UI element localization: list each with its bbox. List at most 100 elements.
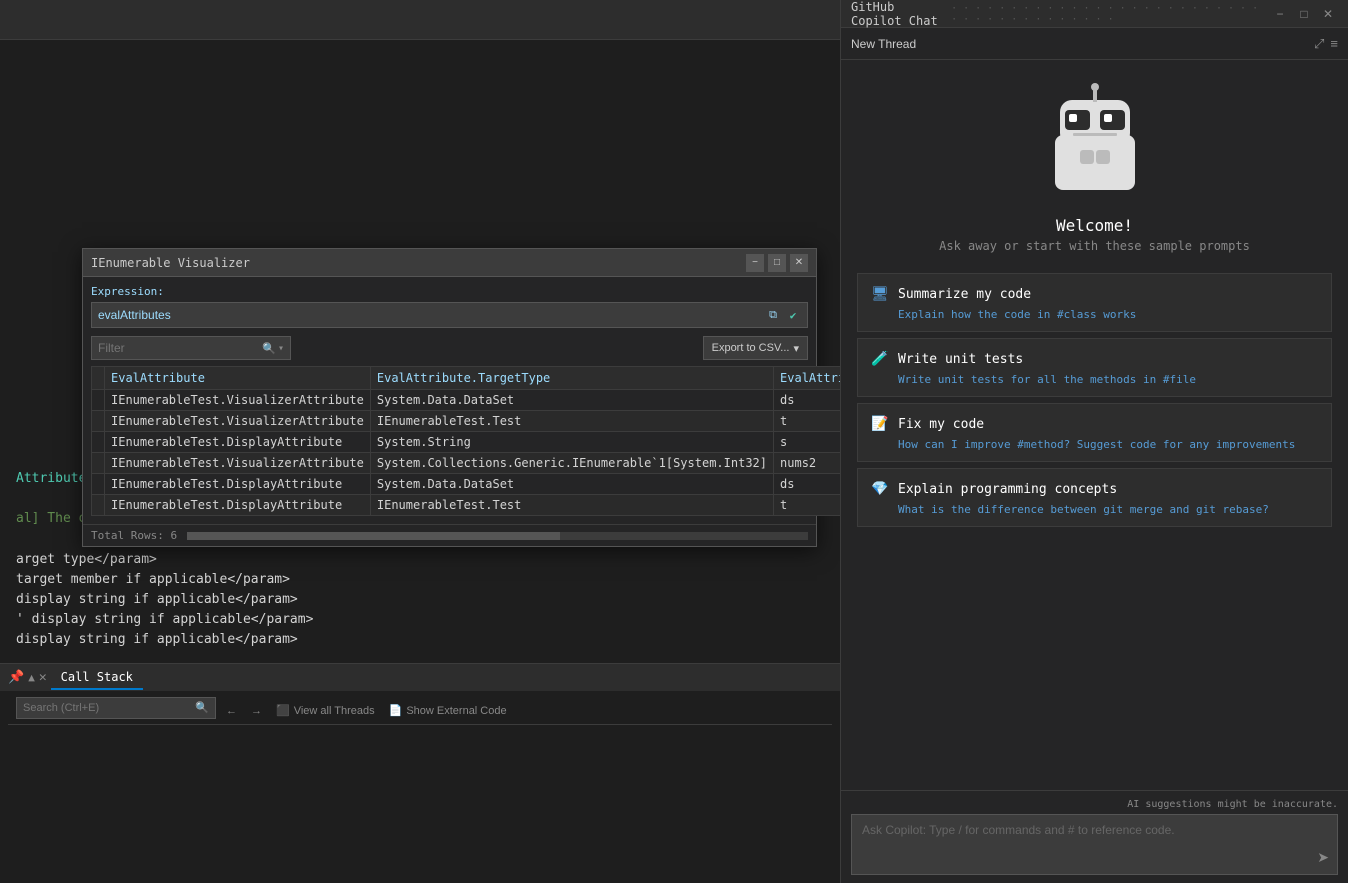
table-row[interactable]: IEnumerableTest.VisualizerAttribute Syst… bbox=[92, 390, 841, 411]
dialog-body: Expression: ⧉ ✔ 🔍 ▾ Export to CSV... ▾ bbox=[83, 277, 816, 524]
export-label: Export to CSV... bbox=[712, 342, 790, 354]
copilot-input-area: ➤ bbox=[851, 814, 1338, 875]
dialog-controls: − □ ✕ bbox=[746, 254, 808, 272]
call-stack-tab[interactable]: Call Stack bbox=[51, 666, 143, 690]
total-rows: Total Rows: 6 bbox=[91, 529, 177, 542]
show-external-code-label: Show External Code bbox=[406, 705, 506, 717]
copilot-titlebar: GitHub Copilot Chat · · · · · · · · · · … bbox=[841, 0, 1348, 28]
prompt-card-header: 📝 Fix my code bbox=[870, 414, 1319, 434]
filter-dropdown-arrow[interactable]: ▾ bbox=[278, 343, 284, 354]
row-col1: IEnumerableTest.DisplayAttribute bbox=[105, 495, 371, 516]
copilot-title-dots: · · · · · · · · · · · · · · · · · · · · … bbox=[951, 3, 1270, 25]
dialog-close-button[interactable]: ✕ bbox=[790, 254, 808, 272]
row-col1: IEnumerableTest.VisualizerAttribute bbox=[105, 453, 371, 474]
filter-input[interactable] bbox=[98, 341, 262, 355]
copilot-chat-body: Welcome! Ask away or start with these sa… bbox=[841, 60, 1348, 790]
row-index bbox=[92, 453, 105, 474]
row-col2: IEnumerableTest.Test bbox=[370, 495, 773, 516]
copilot-minimize-button[interactable]: − bbox=[1270, 4, 1290, 24]
ai-disclaimer: AI suggestions might be inaccurate. bbox=[851, 799, 1338, 810]
row-index bbox=[92, 411, 105, 432]
nav-back-button[interactable]: ← bbox=[222, 703, 241, 719]
copilot-footer: AI suggestions might be inaccurate. ➤ bbox=[841, 790, 1348, 883]
copilot-restore-button[interactable]: □ bbox=[1294, 4, 1314, 24]
copilot-logo bbox=[1035, 80, 1155, 200]
dialog-minimize-button[interactable]: − bbox=[746, 254, 764, 272]
prompt-card-title: Summarize my code bbox=[898, 287, 1031, 302]
call-stack-search-input[interactable] bbox=[23, 702, 195, 714]
bottom-panel: 📌 ▲ ✕ Call Stack 🔍 ← → ⬛ View all Thread… bbox=[0, 663, 840, 883]
nav-forward-button[interactable]: → bbox=[247, 703, 266, 719]
filter-search-icon: 🔍 bbox=[262, 342, 276, 355]
copilot-settings-button[interactable]: ≡ bbox=[1330, 36, 1338, 52]
scrollbar-thumb bbox=[187, 532, 560, 540]
call-stack-content: 🔍 ← → ⬛ View all Threads 📄 Show External… bbox=[0, 691, 840, 883]
row-col2: System.Collections.Generic.IEnumerable`1… bbox=[370, 453, 773, 474]
row-col3: ds bbox=[774, 474, 840, 495]
data-table: EvalAttribute EvalAttribute.TargetType E… bbox=[91, 366, 840, 516]
prompt-card-summarize[interactable]: 🖥 Summarize my code Explain how the code… bbox=[857, 273, 1332, 332]
row-col1: IEnumerableTest.VisualizerAttribute bbox=[105, 390, 371, 411]
row-index bbox=[92, 390, 105, 411]
table-header-col3: EvalAttribute.TargetMember bbox=[774, 367, 840, 390]
table-row[interactable]: IEnumerableTest.VisualizerAttribute IEnu… bbox=[92, 411, 841, 432]
prompt-card-unit_tests[interactable]: 🧪 Write unit tests Write unit tests for … bbox=[857, 338, 1332, 397]
prompt-card-icon: 📝 bbox=[870, 414, 890, 434]
panel-up-icon[interactable]: ▲ bbox=[28, 671, 35, 684]
copilot-input[interactable] bbox=[862, 823, 1327, 863]
row-col2: System.Data.DataSet bbox=[370, 390, 773, 411]
code-line-9: display string if applicable</param> bbox=[16, 630, 824, 650]
prompt-card-header: 🖥 Summarize my code bbox=[870, 284, 1319, 304]
view-all-threads-label: View all Threads bbox=[294, 705, 375, 717]
panel-close-icon[interactable]: ✕ bbox=[39, 670, 47, 685]
table-row[interactable]: IEnumerableTest.VisualizerAttribute Syst… bbox=[92, 453, 841, 474]
copilot-welcome: Welcome! Ask away or start with these sa… bbox=[939, 216, 1250, 253]
horizontal-scrollbar[interactable] bbox=[187, 532, 808, 540]
table-header-index bbox=[92, 367, 105, 390]
copilot-toolbar: New Thread ⤢ ≡ bbox=[841, 28, 1348, 60]
check-icon[interactable]: ✔ bbox=[785, 307, 801, 323]
row-col1: IEnumerableTest.DisplayAttribute bbox=[105, 474, 371, 495]
prompt-card-header: 🧪 Write unit tests bbox=[870, 349, 1319, 369]
dialog-restore-button[interactable]: □ bbox=[768, 254, 786, 272]
dialog-title: IEnumerable Visualizer bbox=[91, 256, 250, 270]
prompt-card-fix_code[interactable]: 📝 Fix my code How can I improve #method?… bbox=[857, 403, 1332, 462]
row-col2: System.Data.DataSet bbox=[370, 474, 773, 495]
copilot-close-button[interactable]: ✕ bbox=[1318, 4, 1338, 24]
bottom-panel-tabs: 📌 ▲ ✕ Call Stack bbox=[0, 663, 840, 691]
export-csv-button[interactable]: Export to CSV... ▾ bbox=[703, 336, 808, 360]
show-external-code-button[interactable]: 📄 Show External Code bbox=[385, 702, 511, 719]
table-row[interactable]: IEnumerableTest.DisplayAttribute System.… bbox=[92, 474, 841, 495]
copilot-window-controls: − □ ✕ bbox=[1270, 4, 1338, 24]
table-header-col1: EvalAttribute bbox=[105, 367, 371, 390]
prompt-card-explain_concepts[interactable]: 💎 Explain programming concepts What is t… bbox=[857, 468, 1332, 527]
table-row[interactable]: IEnumerableTest.DisplayAttribute System.… bbox=[92, 432, 841, 453]
prompt-card-icon: 💎 bbox=[870, 479, 890, 499]
dialog-titlebar: IEnumerable Visualizer − □ ✕ bbox=[83, 249, 816, 277]
prompt-card-title: Fix my code bbox=[898, 417, 984, 432]
copilot-welcome-subtitle: Ask away or start with these sample prom… bbox=[939, 239, 1250, 253]
row-col3: ds bbox=[774, 390, 840, 411]
copy-icon[interactable]: ⧉ bbox=[765, 307, 781, 323]
editor-area: IEnumerable Visualizer − □ ✕ Expression:… bbox=[0, 0, 840, 883]
table-row[interactable]: IEnumerableTest.DisplayAttribute IEnumer… bbox=[92, 495, 841, 516]
copilot-send-button[interactable]: ➤ bbox=[1317, 849, 1329, 866]
row-col1: IEnumerableTest.VisualizerAttribute bbox=[105, 411, 371, 432]
row-index bbox=[92, 432, 105, 453]
code-line-6: target member if applicable</param> bbox=[16, 570, 824, 590]
expression-label: Expression: bbox=[91, 285, 808, 298]
view-all-threads-button[interactable]: ⬛ View all Threads bbox=[272, 702, 379, 719]
new-thread-button[interactable]: New Thread bbox=[851, 37, 916, 51]
expression-input[interactable] bbox=[98, 308, 765, 322]
prompt-card-desc: Write unit tests for all the methods in … bbox=[898, 373, 1319, 386]
top-bar bbox=[0, 0, 840, 40]
row-col3: s bbox=[774, 432, 840, 453]
expression-icons: ⧉ ✔ bbox=[765, 307, 801, 323]
filter-input-wrap: 🔍 ▾ bbox=[91, 336, 291, 360]
row-index bbox=[92, 474, 105, 495]
toolbar-right: ⤢ ≡ bbox=[1314, 36, 1338, 52]
dialog-footer: Total Rows: 6 bbox=[83, 524, 816, 546]
copilot-expand-button[interactable]: ⤢ bbox=[1314, 36, 1324, 52]
threads-icon: ⬛ bbox=[276, 704, 290, 717]
row-col2: System.String bbox=[370, 432, 773, 453]
